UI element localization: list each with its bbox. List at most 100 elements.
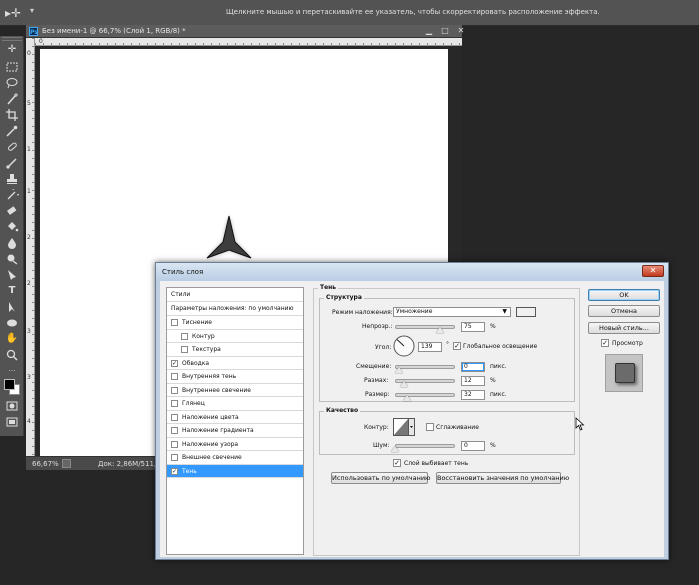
size-input[interactable]: 32 [461, 390, 485, 400]
style-item-checkbox[interactable] [171, 319, 178, 326]
angle-dial-icon[interactable] [393, 335, 415, 357]
color-swatches[interactable] [4, 379, 20, 395]
paint-bucket-icon[interactable] [5, 221, 19, 233]
type-icon[interactable]: T [5, 285, 19, 297]
style-item[interactable]: ✓ Обводка [167, 357, 303, 370]
dialog-close-button[interactable]: ✕ [642, 265, 664, 277]
foreground-color[interactable] [4, 379, 15, 390]
styles-header[interactable]: Стили [167, 288, 303, 302]
style-item-checkbox[interactable] [181, 346, 188, 353]
move-icon[interactable]: ✛ [5, 44, 19, 56]
style-item-checkbox[interactable] [181, 332, 188, 340]
quick-mask-icon[interactable] [5, 400, 19, 412]
style-item-checkbox[interactable] [171, 427, 178, 434]
hand-icon[interactable]: ✋ [5, 333, 19, 345]
cancel-button[interactable]: Отмена [588, 305, 660, 317]
minimize-icon[interactable]: ▁ [422, 26, 436, 36]
global-light-checkbox[interactable]: ✓ [453, 342, 461, 350]
chevron-down-icon[interactable]: ▾ [30, 6, 34, 15]
distance-input[interactable]: 0 [461, 362, 485, 372]
brush-icon[interactable] [5, 157, 19, 169]
opacity-slider-handle[interactable] [436, 327, 444, 333]
history-brush-icon[interactable] [5, 189, 19, 201]
style-item[interactable]: Текстура [167, 343, 303, 357]
spread-input[interactable]: 12 [461, 376, 485, 386]
style-item[interactable]: Глянец [167, 397, 303, 411]
blending-options-item[interactable]: Параметры наложения: по умолчанию [167, 302, 303, 316]
path-selection-icon[interactable] [5, 301, 19, 313]
healing-brush-icon[interactable] [5, 141, 19, 153]
eyedropper-icon[interactable] [5, 125, 19, 137]
options-bar: ▸✛ ▾ Щелкните мышью и перетаскивайте ее … [0, 0, 699, 26]
blur-icon[interactable] [5, 237, 19, 249]
ruler-v-label: 3 [27, 374, 31, 381]
vertical-ruler: 0 5 1 1 2 2 3 3 4 [26, 38, 35, 456]
style-item[interactable]: Наложение узора [167, 438, 303, 451]
angle-label: Угол: [375, 344, 392, 351]
style-item-label: Внутреннее свечение [182, 386, 251, 394]
zoom-icon[interactable] [5, 349, 19, 361]
size-slider-handle[interactable] [403, 395, 411, 401]
dodge-icon[interactable] [5, 253, 19, 265]
style-item[interactable]: Тиснение [167, 316, 303, 330]
dialog-title: Стиль слоя [162, 268, 204, 276]
ok-button[interactable]: OK [588, 289, 660, 301]
move-tool-icon[interactable]: ▸✛ [5, 6, 21, 20]
clone-stamp-icon[interactable] [5, 173, 19, 185]
style-item-checkbox[interactable] [171, 386, 178, 394]
style-item-checkbox[interactable] [171, 454, 178, 461]
style-item-checkbox[interactable] [171, 440, 178, 448]
screen-mode-icon[interactable] [5, 416, 19, 428]
ellipse-tool-icon[interactable] [5, 317, 19, 329]
style-item-checkbox[interactable] [171, 373, 178, 380]
blend-mode-select[interactable]: Умножение ▼ [393, 307, 511, 317]
opacity-input[interactable]: 75 [461, 322, 485, 332]
dialog-title-bar[interactable]: Стиль слоя ✕ [156, 263, 668, 281]
style-item[interactable]: Внутренняя тень [167, 370, 303, 384]
eraser-icon[interactable] [5, 205, 19, 217]
three-point-star-shape[interactable] [204, 214, 254, 264]
style-item-checkbox[interactable] [171, 400, 178, 407]
spread-slider-handle[interactable] [400, 381, 408, 387]
style-item[interactable]: Наложение градиента [167, 424, 303, 438]
preview-checkbox[interactable]: ✓ [601, 339, 609, 347]
new-style-button[interactable]: Новый стиль... [588, 322, 660, 334]
blend-mode-label: Режим наложения: [332, 309, 393, 316]
style-item-checkbox[interactable]: ✓ [171, 359, 178, 367]
reset-to-default-button[interactable]: Восстановить значения по умолчанию [436, 472, 569, 484]
noise-input[interactable]: 0 [461, 441, 485, 451]
distance-slider-handle[interactable] [395, 367, 403, 373]
maximize-icon[interactable]: □ [438, 26, 452, 36]
style-item-checkbox[interactable]: ✓ [171, 467, 178, 475]
lasso-icon[interactable] [5, 77, 19, 89]
distance-slider[interactable] [395, 365, 455, 369]
layer-knocks-out-label: Слой выбивает тень [404, 460, 469, 467]
shadow-color-swatch[interactable] [516, 307, 536, 317]
style-item[interactable]: Внешнее свечение [167, 451, 303, 465]
photoshop-window: ▸✛ ▾ Щелкните мышью и перетаскивайте ее … [0, 0, 699, 585]
close-icon[interactable]: ✕ [454, 26, 468, 36]
style-item[interactable]: Контур [167, 330, 303, 343]
magic-wand-icon[interactable] [5, 93, 19, 105]
ruler-v-label: 0 [27, 50, 31, 57]
noise-slider-handle[interactable] [391, 446, 399, 452]
more-tools-icon[interactable]: ··· [5, 365, 19, 377]
style-item[interactable]: Внутреннее свечение [167, 384, 303, 397]
contour-picker-icon[interactable] [393, 418, 415, 436]
style-item[interactable]: Наложение цвета [167, 411, 303, 424]
crop-icon[interactable] [5, 109, 19, 121]
marquee-icon[interactable] [5, 61, 19, 73]
angle-input[interactable]: 139 [418, 342, 442, 352]
pen-icon[interactable] [5, 269, 19, 281]
document-tab[interactable]: Ps Без имени-1 @ 66,7% (Слой 1, RGB/8) *… [26, 25, 464, 38]
zoom-level[interactable]: 66,67% [32, 460, 59, 468]
zoom-menu-icon[interactable] [62, 459, 71, 468]
anti-alias-checkbox[interactable] [426, 423, 434, 431]
toolbox-grip[interactable] [2, 37, 22, 41]
make-default-button[interactable]: Использовать по умолчанию [331, 472, 431, 484]
style-item[interactable]: ✓ Тень [167, 464, 303, 478]
style-item-checkbox[interactable] [171, 413, 178, 421]
opacity-slider[interactable] [395, 325, 455, 329]
noise-slider[interactable] [395, 444, 455, 448]
layer-knocks-out-checkbox[interactable]: ✓ [393, 459, 401, 467]
